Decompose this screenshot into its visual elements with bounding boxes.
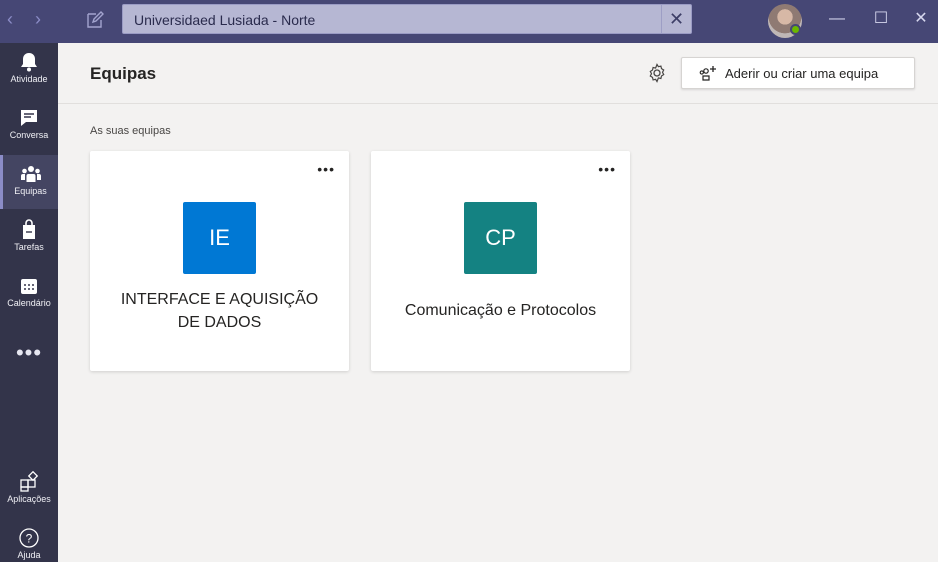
chat-icon <box>21 110 37 126</box>
forward-arrow-icon[interactable]: › <box>28 9 48 29</box>
rail-label: Ajuda <box>17 550 41 560</box>
gear-icon[interactable] <box>647 63 667 83</box>
teams-icon <box>20 166 41 182</box>
team-avatar: CP <box>464 202 537 274</box>
section-label: As suas equipas <box>90 125 171 137</box>
rail-item-help[interactable]: ? Ajuda <box>0 519 58 562</box>
team-name: Comunicação e Protocolos <box>404 302 597 319</box>
more-apps-icon[interactable]: ••• <box>0 340 58 366</box>
close-window-icon[interactable]: ✕ <box>908 8 934 30</box>
compose-icon[interactable] <box>84 9 106 31</box>
rail-item-chat[interactable]: Conversa <box>0 99 58 153</box>
page-title: Equipas <box>90 64 157 83</box>
rail-label: Atividade <box>10 74 48 84</box>
maximize-icon[interactable]: ☐ <box>868 8 894 30</box>
search-value: Universidaed Lusiada - Norte <box>134 12 316 28</box>
minimize-icon[interactable]: — <box>824 8 850 30</box>
svg-text:?: ? <box>26 532 33 546</box>
rail-label: Conversa <box>9 130 49 140</box>
rail-item-calendar[interactable]: Calendário <box>0 267 58 321</box>
title-bar: ‹ › Universidaed Lusiada - Norte ✕ — ☐ ✕ <box>0 0 938 43</box>
team-name-line2: DE DADOS <box>177 314 262 331</box>
join-or-create-team-button[interactable]: Aderir ou criar uma equipa <box>681 57 915 89</box>
rail-label: Calendário <box>7 298 51 308</box>
rail-item-apps[interactable]: Aplicações <box>0 463 58 517</box>
calendar-icon <box>21 279 37 294</box>
rail-label: Equipas <box>14 186 47 196</box>
more-options-icon[interactable]: ••• <box>317 162 335 176</box>
rail-label: Aplicações <box>7 494 51 504</box>
team-card[interactable]: ••• IE INTERFACE E AQUISIÇÃO DE DADOS <box>90 151 349 371</box>
bell-icon <box>21 53 37 72</box>
apps-icon <box>20 471 39 492</box>
presence-available-icon <box>790 24 801 35</box>
help-icon: ? <box>19 528 39 548</box>
back-arrow-icon[interactable]: ‹ <box>0 9 20 29</box>
add-team-icon <box>699 66 716 81</box>
rail-item-teams[interactable]: Equipas <box>0 155 58 209</box>
team-avatar: IE <box>183 202 256 274</box>
clear-search-icon[interactable]: ✕ <box>661 5 691 33</box>
app-rail: Atividade Conversa Equipas Tarefas Calen… <box>0 43 58 562</box>
team-card[interactable]: ••• CP Comunicação e Protocolos <box>371 151 630 371</box>
rail-label: Tarefas <box>14 242 44 252</box>
rail-item-activity[interactable]: Atividade <box>0 43 58 97</box>
more-options-icon[interactable]: ••• <box>598 162 616 176</box>
team-name: INTERFACE E AQUISIÇÃO <box>120 291 319 308</box>
search-input[interactable]: Universidaed Lusiada - Norte ✕ <box>122 4 692 34</box>
join-button-label: Aderir ou criar uma equipa <box>725 66 879 81</box>
page-header: Equipas Aderir ou criar uma equipa <box>58 43 938 104</box>
tasks-icon <box>23 219 35 239</box>
rail-item-tasks[interactable]: Tarefas <box>0 211 58 265</box>
